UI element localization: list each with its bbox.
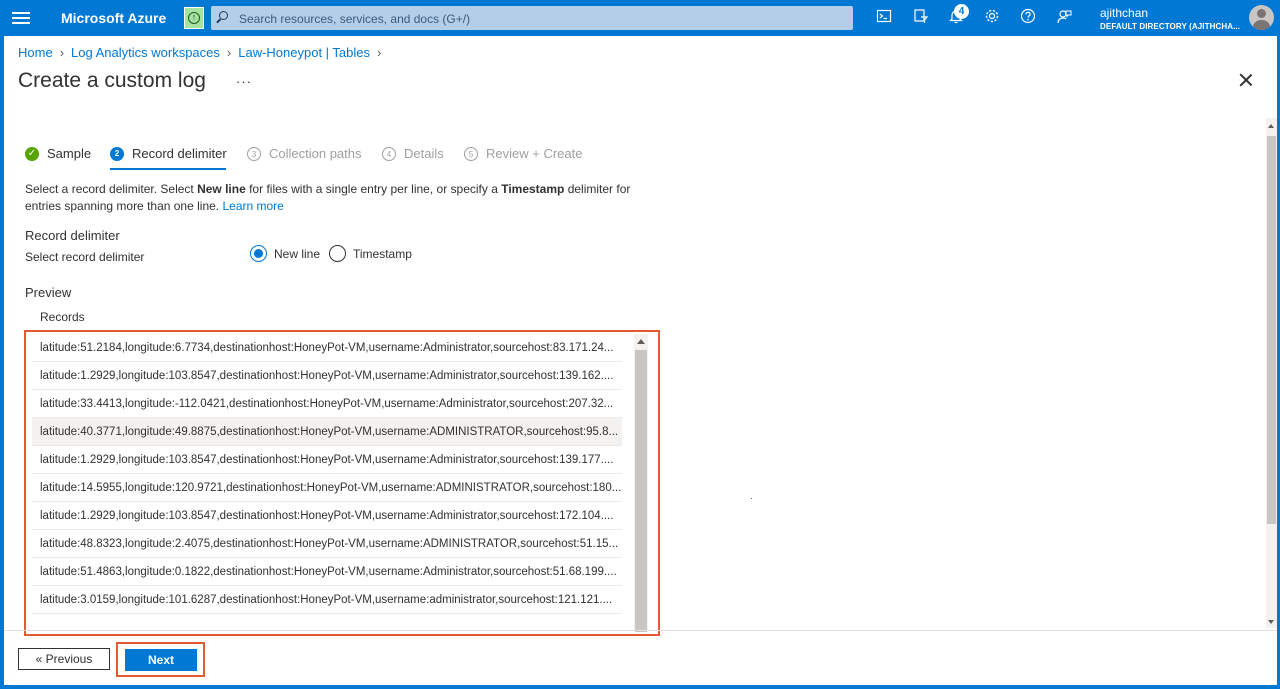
table-row[interactable]: latitude:3.0159,longitude:101.6287,desti… — [32, 586, 622, 614]
cloud-shell-icon[interactable] — [874, 8, 894, 28]
table-row[interactable]: latitude:48.8323,longitude:2.4075,destin… — [32, 530, 622, 558]
settings-icon[interactable] — [982, 8, 1002, 28]
step-number-icon: 5 — [464, 147, 478, 161]
tab-label: Record delimiter — [132, 146, 227, 161]
breadcrumb-separator-icon: › — [226, 45, 232, 60]
learn-more-link[interactable]: Learn more — [222, 199, 283, 213]
user-directory: DEFAULT DIRECTORY (AJITHCHA... — [1100, 22, 1241, 31]
create-custom-log-blade: Home › Log Analytics workspaces › Law-Honeyp… — [4, 36, 1277, 685]
records-preview-grid: latitude:51.2184,longitude:6.7734,destin… — [24, 330, 660, 636]
scroll-up-icon[interactable] — [1268, 124, 1274, 128]
brand-title[interactable]: Microsoft Azure — [61, 10, 166, 26]
table-row[interactable]: latitude:51.4863,longitude:0.1822,destin… — [32, 558, 622, 586]
scrollbar-thumb[interactable] — [635, 350, 647, 632]
top-bar: Microsoft Azure ↑ 4 ajithchan DEFAULT DI… — [0, 0, 1280, 36]
newline-emphasis: New line — [197, 182, 246, 196]
table-row[interactable]: latitude:33.4413,longitude:-112.0421,des… — [32, 390, 622, 418]
feedback-icon[interactable] — [1054, 8, 1074, 28]
tab-label: Sample — [47, 146, 92, 161]
user-name: ajithchan — [1100, 6, 1149, 20]
records-list: latitude:51.2184,longitude:6.7734,destin… — [32, 334, 634, 632]
footer-divider — [4, 630, 1277, 631]
directory-filter-icon[interactable] — [911, 8, 931, 28]
scrollbar-thumb[interactable] — [1267, 136, 1276, 524]
notifications-badge: 4 — [954, 4, 969, 19]
records-column-header: Records — [40, 310, 85, 324]
more-options-button[interactable]: ··· — [236, 74, 252, 89]
breadcrumb-separator-icon: › — [59, 45, 65, 60]
account-info[interactable]: ajithchan DEFAULT DIRECTORY (AJITHCHA... — [1100, 6, 1240, 31]
table-row[interactable]: latitude:1.2929,longitude:103.8547,desti… — [32, 502, 622, 530]
close-icon[interactable] — [1238, 72, 1254, 88]
stray-dot — [751, 498, 752, 499]
help-icon[interactable] — [1018, 8, 1038, 28]
radio-selected-icon — [250, 245, 267, 262]
search-input[interactable] — [237, 9, 841, 29]
table-row[interactable]: latitude:40.3771,longitude:49.8875,desti… — [32, 418, 622, 446]
tab-label: Details — [404, 146, 444, 161]
records-scrollbar[interactable] — [634, 334, 648, 632]
breadcrumb-tables[interactable]: Law-Honeypot | Tables — [238, 45, 370, 60]
search-icon — [219, 11, 228, 20]
breadcrumb-home[interactable]: Home — [18, 45, 53, 60]
step-number-icon: 3 — [247, 147, 261, 161]
scroll-down-icon[interactable] — [1268, 620, 1274, 624]
page-title: Create a custom log — [18, 69, 206, 92]
check-icon: ✓ — [25, 147, 39, 161]
menu-icon[interactable] — [12, 9, 30, 27]
previous-button[interactable]: « Previous — [18, 648, 110, 670]
table-row[interactable]: latitude:14.5955,longitude:120.9721,dest… — [32, 474, 622, 502]
page-scrollbar[interactable] — [1266, 118, 1277, 628]
table-row[interactable]: latitude:51.2184,longitude:6.7734,destin… — [32, 334, 622, 362]
radio-unselected-icon — [329, 245, 346, 262]
tab-label: Collection paths — [269, 146, 362, 161]
breadcrumb: Home › Log Analytics workspaces › Law-Honeyp… — [18, 45, 388, 60]
select-record-delimiter-label: Select record delimiter — [25, 250, 145, 264]
search-box[interactable] — [211, 6, 853, 30]
table-row[interactable]: latitude:1.2929,longitude:103.8547,desti… — [32, 446, 622, 474]
avatar[interactable] — [1249, 5, 1274, 30]
scroll-up-icon[interactable] — [637, 339, 645, 344]
active-tab-indicator — [110, 168, 226, 170]
breadcrumb-separator-icon: › — [377, 45, 382, 60]
step-number-icon: 2 — [110, 147, 124, 161]
delimiter-description: Select a record delimiter. Select New li… — [25, 182, 631, 213]
breadcrumb-log-analytics[interactable]: Log Analytics workspaces — [71, 45, 220, 60]
next-button[interactable]: Next — [125, 649, 197, 671]
upgrade-icon[interactable]: ↑ — [184, 7, 204, 29]
preview-heading: Preview — [25, 285, 72, 300]
timestamp-emphasis: Timestamp — [501, 182, 565, 196]
table-row[interactable]: latitude:1.2929,longitude:103.8547,desti… — [32, 362, 622, 390]
tab-label: Review + Create — [486, 146, 583, 161]
step-number-icon: 4 — [382, 147, 396, 161]
record-delimiter-heading: Record delimiter — [25, 228, 120, 243]
